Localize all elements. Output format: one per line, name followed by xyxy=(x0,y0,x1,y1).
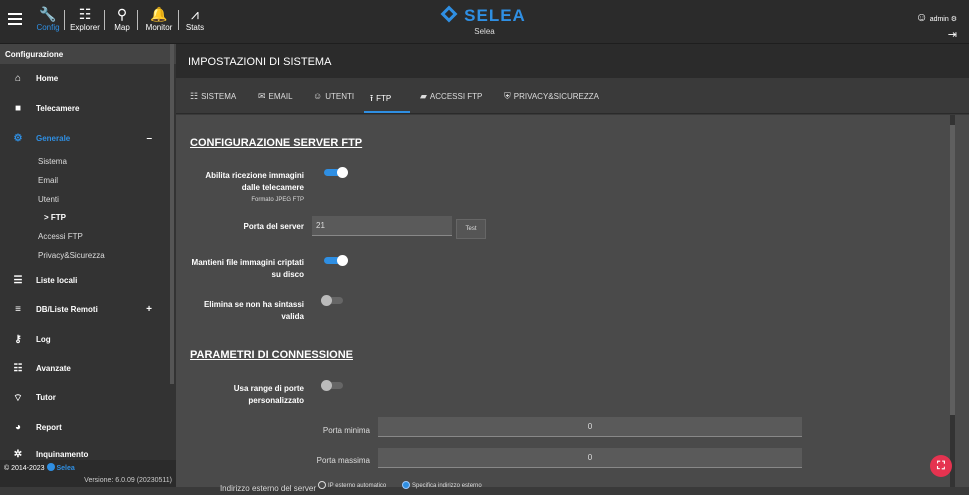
mail-icon: ✉ xyxy=(258,91,266,101)
enable-reception-toggle[interactable] xyxy=(324,167,348,178)
sidebar-item-generale[interactable]: ⚙ Generale – xyxy=(0,128,170,148)
radio-auto-external-ip[interactable]: IP esterno automatico xyxy=(318,481,386,489)
sidebar: Configurazione ⌂ Home ■ Telecamere ⚙ Gen… xyxy=(0,44,176,487)
username: admin xyxy=(929,16,949,23)
custom-port-range-toggle[interactable] xyxy=(321,380,345,391)
atom-icon: ✲ xyxy=(13,449,23,460)
upload-icon: ⭱ xyxy=(370,93,374,103)
collapse-icon[interactable]: – xyxy=(146,133,152,144)
max-port-label: Porta massima xyxy=(316,456,370,465)
camera-icon: ■ xyxy=(14,103,22,114)
sidebar-item-telecamere[interactable]: ■ Telecamere xyxy=(0,98,170,118)
sidebar-item-log[interactable]: ⚷ Log xyxy=(0,329,170,349)
footer-brand: Selea xyxy=(56,465,75,472)
sliders-icon: ☷ xyxy=(190,91,199,101)
sidebar-header: Configurazione xyxy=(0,44,176,64)
sidebar-subitem-accessi-ftp[interactable]: Accessi FTP xyxy=(38,232,83,241)
radio-specify-external-ip[interactable]: Specifica indirizzo esterno xyxy=(402,481,482,489)
brand-logo: SELEA Selea xyxy=(0,5,969,36)
expand-icon[interactable]: + xyxy=(146,304,152,315)
keep-encrypted-label: Mantieni file immagini criptati su disco xyxy=(191,258,304,279)
tab-email[interactable]: ✉ EMAIL xyxy=(258,91,293,113)
list-icon: ☰ xyxy=(13,275,23,286)
tab-sistema[interactable]: ☷ SISTEMA xyxy=(190,91,236,113)
sidebar-item-home[interactable]: ⌂ Home xyxy=(0,68,170,88)
section-title-ftp-server: CONFIGURAZIONE SERVER FTP xyxy=(190,137,363,149)
sidebar-item-db-liste-remoti[interactable]: ≡ DB/Liste Remoti + xyxy=(0,299,170,319)
brand-name: SELEA xyxy=(464,6,526,25)
version-text: Versione: 6.0.09 (20230511) xyxy=(84,477,172,484)
selea-logo-icon xyxy=(46,463,55,471)
sidebar-subitem-email[interactable]: Email xyxy=(38,176,58,185)
tab-utenti[interactable]: ☺ UTENTI xyxy=(313,91,354,113)
enable-reception-hint: Formato JPEG FTP xyxy=(251,197,304,203)
sidebar-item-report[interactable]: ◕ Report xyxy=(0,417,170,437)
enable-reception-label: Abilita ricezione immagini dalle telecam… xyxy=(205,171,304,192)
sidebar-item-tutor[interactable]: ⌔ Tutor xyxy=(0,387,170,407)
keep-encrypted-toggle[interactable] xyxy=(324,255,348,266)
sidebar-item-liste-locali[interactable]: ☰ Liste locali xyxy=(0,270,170,290)
content-scrollbar[interactable] xyxy=(950,115,955,487)
pie-icon: ◕ xyxy=(14,422,22,433)
tab-privacy-sicurezza[interactable]: ⛨ PRIVACY&SICUREZZA xyxy=(504,91,599,113)
external-address-label: Indirizzo esterno del server xyxy=(219,484,316,493)
database-icon: ≡ xyxy=(15,304,21,315)
gear-icon: ⚙ xyxy=(13,133,23,144)
sliders-icon: ☷ xyxy=(13,363,23,374)
fullscreen-icon: ⛶ xyxy=(937,460,945,472)
signal-icon: ⌔ xyxy=(13,393,23,404)
key-icon: ⚷ xyxy=(14,334,22,345)
min-port-input[interactable]: 0 xyxy=(378,417,802,437)
logout-icon[interactable]: ⇥ xyxy=(948,28,957,41)
user-settings-icon: ⚙ xyxy=(950,16,957,23)
fullscreen-button[interactable]: ⛶ xyxy=(930,455,952,477)
tab-ftp[interactable]: ⭱ FTP xyxy=(364,91,410,113)
test-button[interactable]: Test xyxy=(456,219,486,239)
user-menu[interactable]: ☺ admin ⚙ xyxy=(915,10,957,24)
home-icon: ⌂ xyxy=(14,73,22,84)
custom-port-range-label: Usa range di porte personalizzato xyxy=(233,384,304,405)
user-avatar-icon: ☺ xyxy=(915,10,928,24)
copyright-text: © 2014-2023 xyxy=(4,465,45,472)
sidebar-subitem-sistema[interactable]: Sistema xyxy=(38,157,67,166)
brand-subtitle: Selea xyxy=(474,27,495,36)
page-title: IMPOSTAZIONI DI SISTEMA xyxy=(176,44,969,78)
sidebar-item-inquinamento[interactable]: ✲ Inquinamento xyxy=(0,444,170,460)
tab-accessi-ftp[interactable]: ▰ ACCESSI FTP xyxy=(420,91,482,113)
sidebar-footer: © 2014-2023 Selea Versione: 6.0.09 (2023… xyxy=(0,460,176,487)
min-port-label: Porta minima xyxy=(322,426,370,435)
top-bar: 🔧 Config ☷ Explorer ⚲ Map 🔔 Monitor ⩘ St… xyxy=(0,0,969,44)
sidebar-subitem-utenti[interactable]: Utenti xyxy=(38,195,59,204)
sidebar-subitem-ftp[interactable]: > FTP xyxy=(44,213,66,222)
max-port-input[interactable]: 0 xyxy=(378,448,802,468)
shield-icon: ⛨ xyxy=(504,91,511,101)
delete-invalid-label: Elimina se non ha sintassi valida xyxy=(203,300,304,321)
delete-invalid-toggle[interactable] xyxy=(321,295,345,306)
folder-icon: ▰ xyxy=(420,91,427,101)
settings-content: CONFIGURAZIONE SERVER FTP Abilita ricezi… xyxy=(176,115,969,493)
sidebar-scrollbar[interactable] xyxy=(170,44,174,384)
scrollbar-thumb[interactable] xyxy=(950,125,955,415)
sidebar-item-avanzate[interactable]: ☷ Avanzate xyxy=(0,358,170,378)
server-port-label: Porta del server xyxy=(243,222,304,231)
section-title-connection: PARAMETRI DI CONNESSIONE xyxy=(190,349,353,361)
server-port-input[interactable]: 21 xyxy=(312,216,452,236)
tab-bar: ☷ SISTEMA ✉ EMAIL ☺ UTENTI ⭱ FTP ▰ ACCESSI FT… xyxy=(176,78,969,114)
sidebar-subitem-privacy[interactable]: Privacy&Sicurezza xyxy=(38,251,105,260)
selea-logo-icon xyxy=(440,5,458,23)
user-icon: ☺ xyxy=(313,91,323,101)
main-panel: IMPOSTAZIONI DI SISTEMA ☷ SISTEMA ✉ EMAIL … xyxy=(176,44,969,493)
